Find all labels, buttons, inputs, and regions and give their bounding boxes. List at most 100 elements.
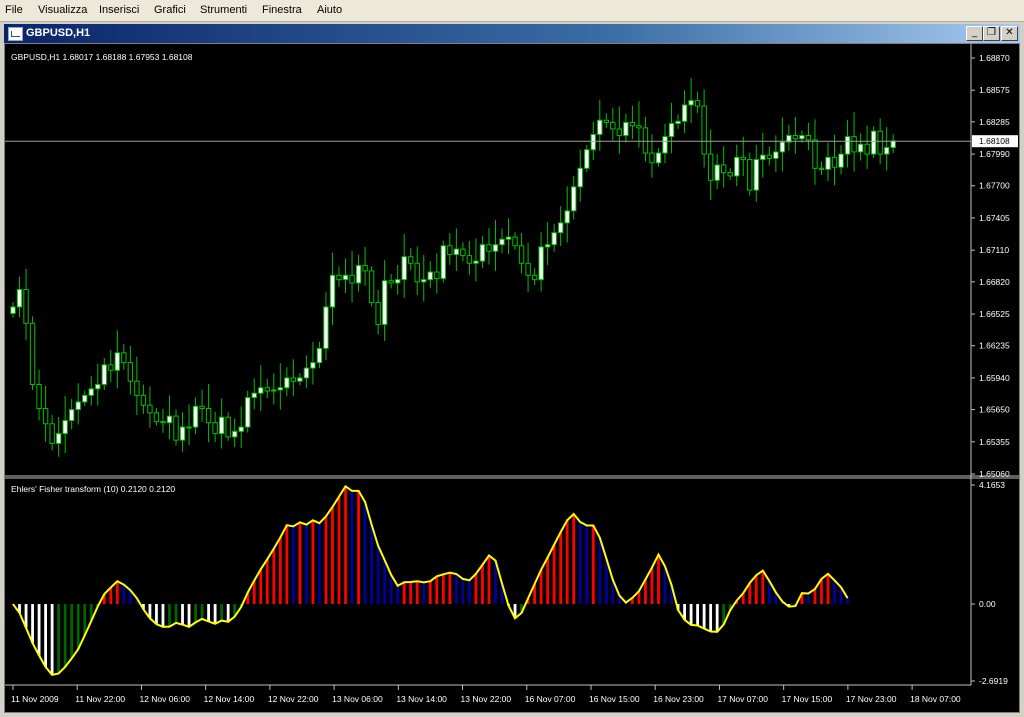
candle-body	[479, 244, 486, 262]
candle-body	[531, 274, 538, 281]
fisher-histogram-bar	[285, 525, 289, 605]
fisher-histogram-bar	[422, 582, 426, 605]
fisher-histogram-bar	[754, 575, 758, 605]
fisher-histogram-bar	[168, 604, 171, 627]
time-tick-label: 13 Nov 14:00	[396, 694, 447, 704]
candle-body	[434, 271, 440, 280]
candle-body	[401, 256, 407, 281]
candle-body	[747, 159, 753, 191]
candle-body	[564, 210, 570, 224]
price-tick-label: 1.65940	[979, 373, 1010, 383]
menu-finestra[interactable]: Finestra	[262, 4, 302, 16]
fisher-histogram-bar	[161, 604, 165, 627]
chart-area[interactable]: 1.68870 1.68575 1.68285 1.67990 1.67700 1.674…	[4, 43, 1020, 713]
candle-body	[258, 387, 264, 394]
fisher-histogram-bar	[552, 544, 556, 605]
fisher-histogram-bar	[826, 573, 830, 605]
restore-button[interactable]: ❐	[983, 26, 1000, 41]
candle-body	[323, 306, 329, 349]
fisher-histogram-bar	[650, 567, 654, 605]
candle-body	[799, 135, 805, 140]
indicator-tick-label: 4.1653	[979, 480, 1005, 490]
price-tick-label: 1.67110	[979, 245, 1009, 255]
candle-body	[844, 136, 851, 155]
menu-inserisci[interactable]: Inserisci	[99, 4, 139, 16]
fisher-histogram-bar	[83, 604, 87, 636]
candle-body	[277, 387, 284, 391]
candle-body	[805, 135, 812, 141]
candle-body	[271, 389, 277, 392]
candle-body	[355, 264, 362, 284]
fisher-histogram-bar	[220, 604, 224, 621]
fisher-histogram-bar	[383, 560, 387, 605]
fisher-histogram-bar	[546, 557, 550, 605]
price-tick-label: 1.67990	[979, 149, 1010, 159]
candle-body	[577, 167, 583, 188]
candle-body	[362, 264, 368, 272]
fisher-histogram-bar	[657, 554, 660, 605]
candle-body	[375, 302, 381, 325]
time-tick-label: 16 Nov 07:00	[525, 694, 576, 704]
candle-body	[551, 232, 557, 246]
menu-strumenti[interactable]: Strumenti	[200, 4, 247, 16]
candle-body	[284, 377, 290, 389]
candle-body	[740, 156, 746, 161]
fisher-histogram-bar	[481, 564, 484, 605]
candle-body	[381, 280, 388, 325]
menu-file[interactable]: File	[5, 4, 23, 16]
fisher-histogram-bar	[428, 581, 432, 605]
candle-body	[368, 270, 375, 304]
minimize-button[interactable]: _	[966, 26, 983, 41]
price-tick-label: 1.65650	[979, 405, 1010, 415]
time-tick-label: 16 Nov 23:00	[653, 694, 704, 704]
fisher-histogram-bar	[318, 523, 321, 605]
time-tick-label: 16 Nov 15:00	[589, 694, 640, 704]
menu-visualizza[interactable]: Visualizza	[38, 4, 87, 16]
close-button[interactable]: ✕	[1001, 26, 1018, 41]
candle-body	[447, 245, 453, 256]
fisher-histogram-bar	[109, 587, 113, 605]
menu-grafici[interactable]: Grafici	[154, 4, 186, 16]
candle-body	[55, 433, 62, 444]
candle-body	[75, 401, 81, 411]
candle-body	[831, 156, 838, 168]
candle-body	[68, 409, 75, 421]
fisher-histogram-bar	[115, 581, 119, 605]
candle-body	[466, 255, 473, 264]
candle-body	[251, 392, 257, 399]
candle-body	[760, 154, 766, 161]
candle-body	[544, 244, 551, 248]
fisher-histogram-bar	[344, 486, 347, 605]
chart-window-titlebar[interactable]: GBPUSD,H1 _ ❐ ✕	[4, 24, 1020, 43]
candle-body	[245, 397, 251, 428]
candle-body	[473, 260, 479, 264]
menu-aiuto[interactable]: Aiuto	[317, 4, 342, 16]
chart-canvas[interactable]: 1.68870 1.68575 1.68285 1.67990 1.67700 1.674…	[5, 44, 1019, 712]
candle-body	[877, 130, 883, 155]
fisher-histogram-bar	[213, 604, 217, 624]
fisher-histogram-bar	[572, 514, 576, 605]
fisher-histogram-bar	[409, 582, 413, 605]
candle-body	[88, 388, 94, 396]
candle-body	[440, 245, 447, 280]
candle-body	[851, 136, 857, 153]
fisher-histogram-bar	[278, 537, 282, 605]
candle-body	[62, 419, 68, 435]
fisher-histogram-bar	[305, 524, 308, 605]
price-candles	[10, 77, 896, 457]
candle-body	[303, 367, 310, 379]
candle-body	[218, 416, 225, 435]
candle-body	[121, 352, 127, 364]
candle-body	[342, 274, 349, 281]
indicator-tick-label: 0.00	[979, 599, 996, 609]
fisher-histogram-bar	[376, 545, 380, 605]
candle-body	[199, 405, 205, 409]
fisher-histogram-bar	[415, 581, 419, 605]
candle-body	[173, 415, 179, 441]
fisher-histogram-bar	[57, 604, 61, 674]
candle-body	[870, 130, 877, 155]
time-tick-label: 17 Nov 23:00	[846, 694, 897, 704]
candle-body	[408, 256, 414, 264]
candle-body	[427, 271, 433, 281]
fisher-histogram-bar	[207, 604, 210, 622]
